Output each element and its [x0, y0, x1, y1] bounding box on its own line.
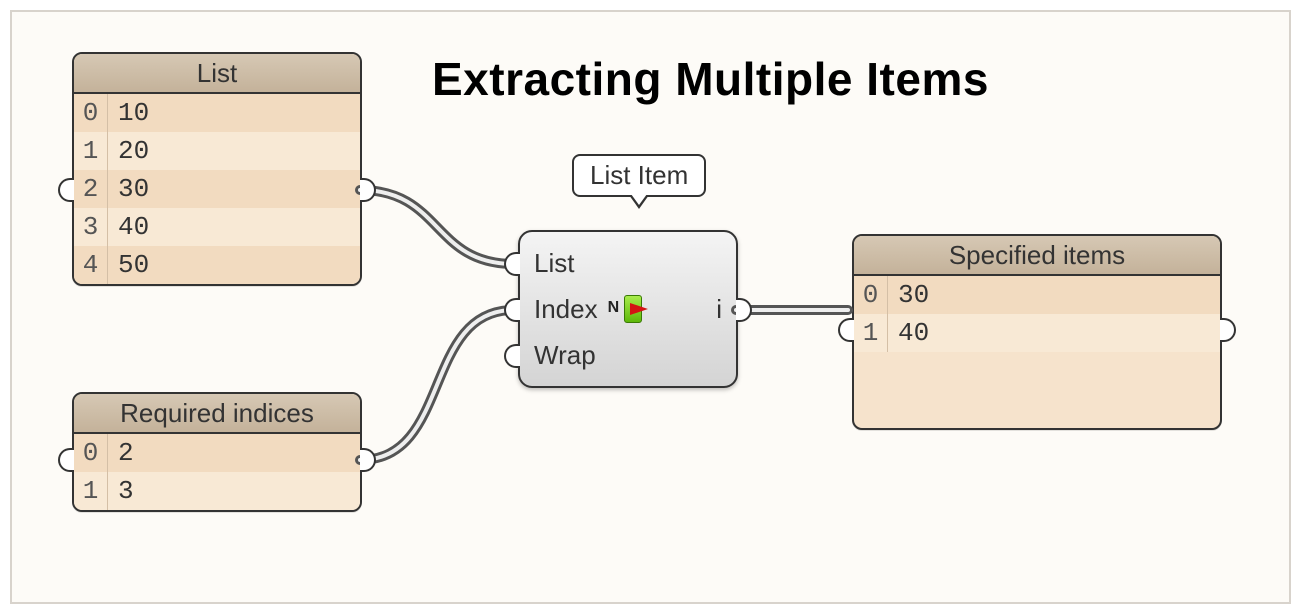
component-tooltip: List Item: [572, 154, 706, 197]
row-index: 1: [74, 132, 108, 170]
panel-output-rows: 030140: [854, 276, 1220, 352]
row-index: 3: [74, 208, 108, 246]
row-value: 3: [108, 472, 134, 510]
component-input-wrap[interactable]: Wrap: [520, 332, 736, 378]
diagram-canvas: Extracting Multiple Items List 010120230…: [10, 10, 1291, 604]
panel-required-indices[interactable]: Required indices 0213: [72, 392, 362, 512]
component-input-list[interactable]: List: [520, 240, 736, 286]
port-icon[interactable]: [838, 318, 854, 342]
port-icon[interactable]: [58, 448, 74, 472]
port-icon[interactable]: [736, 298, 752, 322]
row-index: 0: [74, 94, 108, 132]
table-row: 010: [74, 94, 360, 132]
panel-specified-items[interactable]: Specified items 030140: [852, 234, 1222, 430]
input-label: Wrap: [534, 340, 596, 371]
table-row: 230: [74, 170, 360, 208]
input-label: Index: [534, 294, 598, 325]
row-value: 40: [108, 208, 149, 246]
component-input-index[interactable]: Index N i: [520, 286, 736, 332]
table-row: 030: [854, 276, 1220, 314]
diagram-title: Extracting Multiple Items: [432, 52, 989, 106]
panel-indices-header: Required indices: [74, 394, 360, 434]
table-row: 13: [74, 472, 360, 510]
list-item-component[interactable]: List Index N i Wrap: [518, 230, 738, 388]
row-index: 1: [854, 314, 888, 352]
port-icon[interactable]: [504, 344, 520, 368]
table-row: 450: [74, 246, 360, 284]
panel-list-header: List: [74, 54, 360, 94]
port-icon[interactable]: [504, 252, 520, 276]
port-icon[interactable]: [58, 178, 74, 202]
row-index: 0: [854, 276, 888, 314]
input-label: List: [534, 248, 574, 279]
table-row: 140: [854, 314, 1220, 352]
row-value: 30: [888, 276, 929, 314]
panel-list-rows: 010120230340450: [74, 94, 360, 284]
row-index: 1: [74, 472, 108, 510]
row-value: 10: [108, 94, 149, 132]
table-row: 120: [74, 132, 360, 170]
row-value: 40: [888, 314, 929, 352]
row-value: 2: [108, 434, 134, 472]
row-index: 0: [74, 434, 108, 472]
table-row: 340: [74, 208, 360, 246]
table-row: 02: [74, 434, 360, 472]
panel-indices-rows: 0213: [74, 434, 360, 510]
row-index: 2: [74, 170, 108, 208]
row-value: 50: [108, 246, 149, 284]
port-icon[interactable]: [360, 448, 376, 472]
panel-output-header: Specified items: [854, 236, 1220, 276]
list-item-icon: N: [608, 295, 658, 323]
row-value: 30: [108, 170, 149, 208]
output-label: i: [716, 294, 722, 325]
row-value: 20: [108, 132, 149, 170]
row-index: 4: [74, 246, 108, 284]
port-icon[interactable]: [504, 298, 520, 322]
port-icon[interactable]: [1220, 318, 1236, 342]
icon-letter: N: [608, 299, 620, 317]
panel-list[interactable]: List 010120230340450: [72, 52, 362, 286]
port-icon[interactable]: [360, 178, 376, 202]
